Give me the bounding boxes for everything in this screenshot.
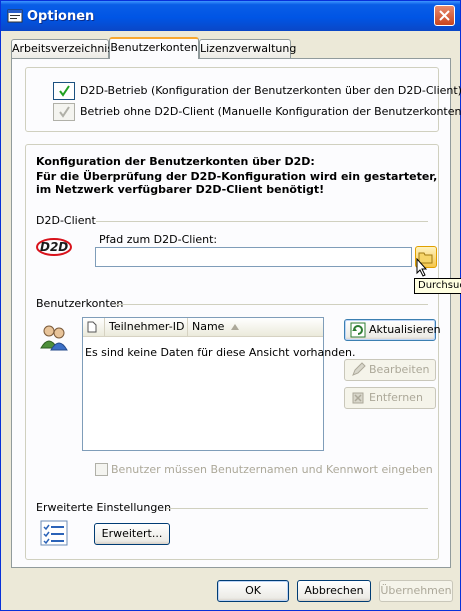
cancel-label: Abbrechen [304,584,364,597]
cancel-button[interactable]: Abbrechen [297,580,371,602]
accounts-divider [116,304,428,305]
tab-arbeitsverzeichnis[interactable]: Arbeitsverzeichnis [11,39,113,58]
refresh-label: Aktualisieren [369,323,441,336]
d2d-client-divider [96,221,428,222]
close-button[interactable] [434,5,455,26]
mode-d2d-label: D2D-Betrieb (Konfiguration der Benutzerk… [80,84,461,97]
config-note-line2: im Netzwerk verfügbarer D2D-Client benöt… [36,183,325,196]
tab-lizenzverwaltung[interactable]: Lizenzverwaltung [199,39,296,58]
config-heading: Konfiguration der Benutzerkonten über D2… [36,155,315,168]
config-note-line1: Für die Überprüfung der D2D-Konfiguratio… [36,170,438,183]
edit-label: Bearbeiten [369,363,430,376]
tab-benutzerkonten[interactable]: Benutzerkonten [109,37,199,59]
edit-icon [352,362,366,376]
options-dialog: Optionen Arbeitsverzeichnis Benutzerkont… [0,0,461,611]
require-credentials-label: Benutzer müssen Benutzernamen und Kennwo… [111,463,433,476]
mode-d2d-checkbox[interactable] [53,82,75,100]
apply-label: Übernehmen [380,584,452,597]
require-credentials-checkbox[interactable] [95,463,108,476]
remove-button[interactable]: Entfernen [344,387,436,409]
listview-header: Teilnehmer-ID Name [83,318,323,337]
path-label: Pfad zum D2D-Client: [99,233,218,246]
checklist-icon [40,520,68,546]
advanced-divider [166,508,428,509]
tab-panel: D2D-Betrieb (Konfiguration der Benutzerk… [11,58,461,568]
tab-label: Arbeitsverzeichnis [12,42,114,55]
users-icon [38,322,70,352]
advanced-section-label: Erweiterte Einstellungen [36,501,172,514]
remove-label: Entfernen [369,391,423,404]
column-name[interactable]: Name [188,318,323,336]
close-icon [439,10,450,21]
title-bar[interactable]: Optionen [1,1,460,31]
checkmark-icon [59,106,70,118]
window-icon [7,8,23,24]
path-input[interactable] [95,247,412,267]
remove-icon [352,392,364,404]
mode-group: D2D-Betrieb (Konfiguration der Benutzerk… [25,67,461,132]
d2d-logo: D2D [36,237,72,257]
window-title: Optionen [27,9,95,24]
column-label: Teilnehmer-ID [109,320,185,333]
ok-label: OK [245,584,261,597]
refresh-icon [350,322,366,338]
accounts-section-label: Benutzerkonten [36,297,124,310]
document-icon [87,321,97,333]
mode-manual-checkbox[interactable] [53,103,75,121]
advanced-button[interactable]: Erweitert... [94,523,170,545]
apply-button[interactable]: Übernehmen [379,580,453,602]
tab-label: Benutzerkonten [110,41,198,54]
sort-ascending-icon [230,324,239,330]
advanced-button-label: Erweitert... [101,527,163,540]
browse-tooltip: Durchsuchen [414,278,461,294]
column-participant-id[interactable]: Teilnehmer-ID [105,318,188,336]
accounts-listview[interactable]: Teilnehmer-ID Name Es sind keine Daten f… [82,317,355,451]
refresh-button[interactable]: Aktualisieren [344,319,441,341]
tooltip-text: Durchsuchen [418,280,461,291]
svg-text:D2D: D2D [40,240,68,254]
listview-empty-text: Es sind keine Daten für diese Ansicht vo… [85,346,356,359]
d2d-client-section-label: D2D-Client [36,214,96,227]
edit-button[interactable]: Bearbeiten [344,359,436,381]
column-label: Name [192,320,225,333]
tab-label: Lizenzverwaltung [200,42,297,55]
checkmark-icon [59,85,70,97]
mouse-pointer-icon [416,257,428,277]
mode-manual-label: Betrieb ohne D2D-Client (Manuelle Konfig… [80,105,461,118]
column-icon[interactable] [83,318,105,336]
ok-button[interactable]: OK [217,580,289,602]
